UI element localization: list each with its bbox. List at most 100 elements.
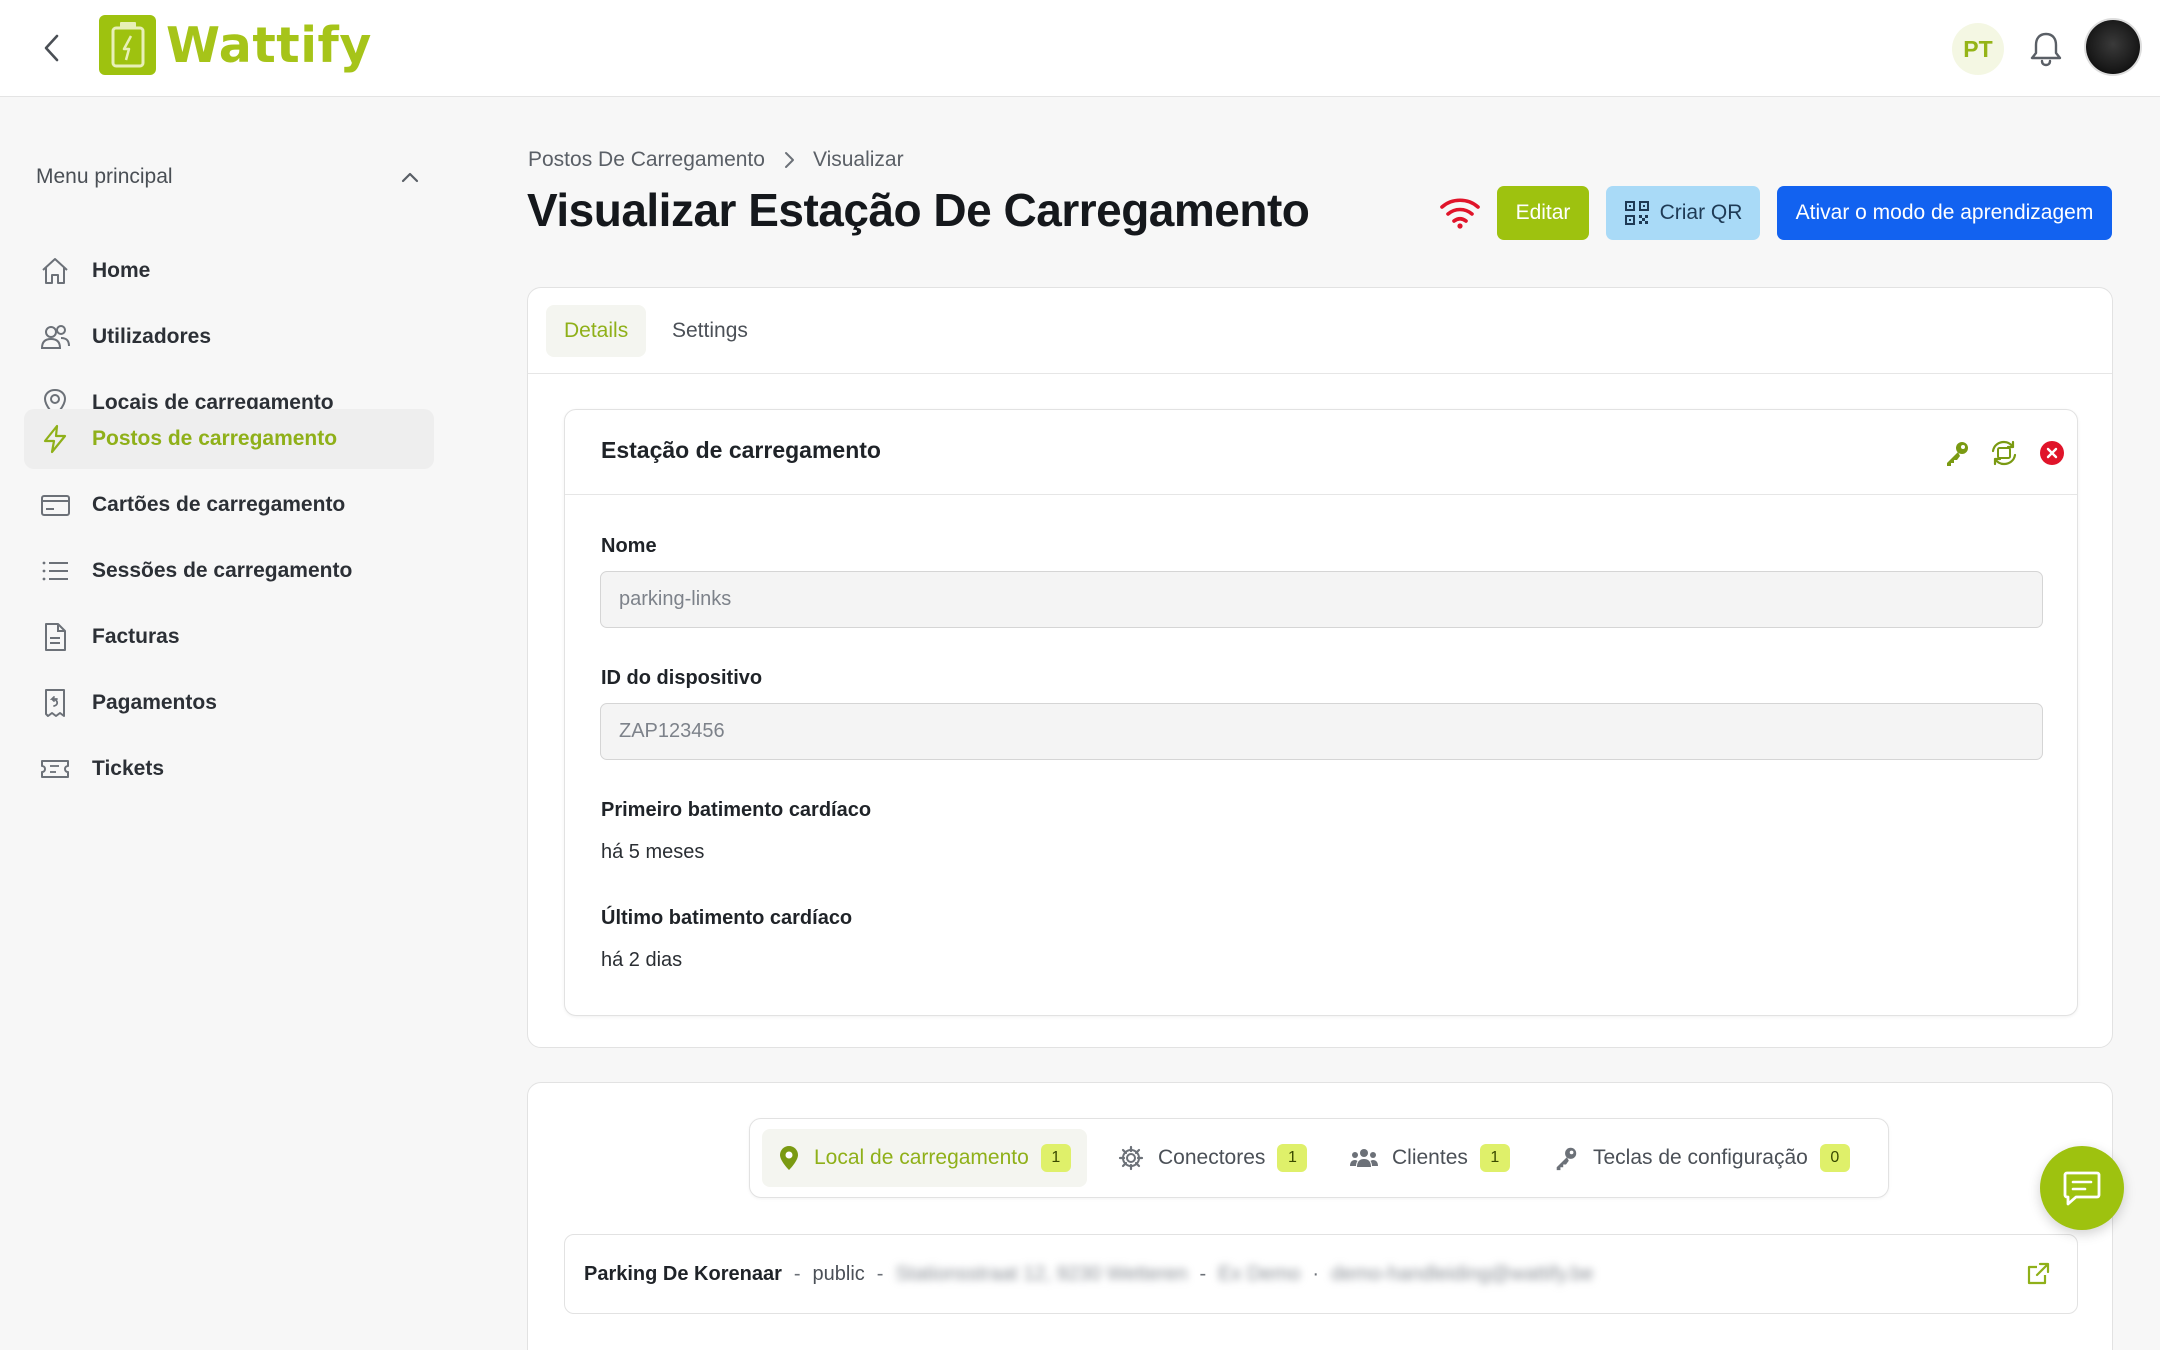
related-card: Local de carregamento 1 Conectores 1 Cli… (527, 1082, 2113, 1350)
breadcrumb-current: Visualizar (812, 148, 904, 171)
charging-location-row[interactable]: Parking De Korenaar - public - Stationss… (564, 1234, 2078, 1314)
sidebar-item-tickets[interactable]: Tickets (24, 739, 434, 799)
location-address: Stationsstraat 12, 9230 Wetteren (895, 1262, 1188, 1285)
create-qr-label: Criar QR (1659, 201, 1743, 224)
breadcrumb: Postos De Carregamento Visualizar (528, 146, 904, 174)
notifications-button[interactable] (2028, 30, 2064, 68)
sidebar-item-charging-sessions[interactable]: Sessões de carregamento (24, 541, 434, 601)
chat-button[interactable] (2040, 1146, 2124, 1230)
language-switcher[interactable]: PT (1952, 23, 2004, 75)
station-panel-header: Estação de carregamento (565, 410, 2077, 495)
sidebar-item-home[interactable]: Home (24, 241, 434, 301)
receipt-icon (38, 686, 72, 720)
sidebar-item-label: Postos de carregamento (92, 427, 338, 450)
menu-title: Menu principal (36, 165, 173, 188)
gear-icon (1118, 1145, 1144, 1171)
sidebar-item-users[interactable]: Utilizadores (24, 307, 434, 367)
tab-label: Local de carregamento (814, 1146, 1029, 1169)
tab-connectors[interactable]: Conectores 1 (1102, 1129, 1323, 1187)
sidebar-item-invoices[interactable]: Facturas (24, 607, 434, 667)
users-icon (38, 320, 72, 354)
sidebar-item-charging-cards[interactable]: Cartões de carregamento (24, 475, 434, 535)
tab-charging-location[interactable]: Local de carregamento 1 (762, 1129, 1087, 1187)
main-menu-toggle[interactable]: Menu principal (36, 162, 420, 192)
chevron-up-icon (401, 172, 419, 183)
sidebar: Menu principal Home Utilizadores Locais … (0, 97, 450, 1350)
location-contact: Ex Demo (1218, 1262, 1301, 1285)
device-id-field[interactable] (600, 703, 2043, 760)
sidebar-item-label: Pagamentos (92, 691, 217, 714)
tab-label: Teclas de configuração (1593, 1146, 1808, 1169)
station-panel-title: Estação de carregamento (601, 437, 881, 463)
details-card: Details Settings Estação de carregamento… (527, 287, 2113, 1048)
separator: - (793, 1262, 801, 1285)
sidebar-item-label: Tickets (92, 757, 164, 780)
breadcrumb-link-stations[interactable]: Postos De Carregamento (528, 148, 765, 172)
station-panel: Estação de carregamento Nome ID do dispo… (564, 409, 2078, 1016)
battery-logo-icon (99, 15, 156, 75)
tab-clients[interactable]: Clientes 1 (1334, 1129, 1526, 1187)
related-tab-bar: Local de carregamento 1 Conectores 1 Cli… (749, 1118, 1889, 1198)
key-icon (1553, 1145, 1579, 1171)
first-heartbeat-value: há 5 meses (601, 841, 705, 863)
external-link-icon[interactable] (2025, 1261, 2051, 1287)
key-icon (1947, 442, 1968, 466)
separator: · (1312, 1262, 1320, 1285)
sidebar-item-label: Home (92, 259, 151, 282)
delete-button[interactable] (2037, 438, 2067, 468)
users-icon (1350, 1146, 1378, 1170)
sidebar-item-label: Cartões de carregamento (92, 493, 346, 516)
location-email: demo-handleiding@wattify.be (1331, 1262, 1594, 1285)
name-field[interactable] (600, 571, 2043, 628)
brand-logo[interactable]: Wattify (99, 15, 372, 75)
key-button[interactable] (1942, 438, 1972, 468)
brand-name: Wattify (166, 16, 372, 74)
tab-label: Clientes (1392, 1146, 1468, 1169)
user-avatar[interactable] (2086, 20, 2140, 74)
count-badge: 0 (1819, 1144, 1850, 1172)
learning-mode-button[interactable]: Ativar o modo de aprendizagem (1777, 186, 2112, 240)
tab-details[interactable]: Details (546, 305, 647, 357)
last-heartbeat-label: Último batimento cardíaco (601, 907, 853, 929)
tab-settings[interactable]: Settings (654, 305, 766, 357)
sidebar-item-payments[interactable]: Pagamentos (24, 673, 434, 733)
name-label: Nome (601, 535, 657, 557)
count-badge: 1 (1277, 1144, 1308, 1172)
separator: - (1199, 1262, 1207, 1285)
back-button[interactable] (34, 30, 70, 66)
chat-bubble-icon (2063, 1171, 2101, 1206)
home-icon (38, 254, 72, 288)
chevron-right-icon (783, 151, 795, 169)
document-icon (38, 620, 72, 654)
device-id-label: ID do dispositivo (601, 667, 763, 689)
qr-code-icon (1624, 200, 1650, 226)
last-heartbeat-value: há 2 dias (601, 949, 683, 971)
sync-button[interactable] (1989, 438, 2019, 468)
count-badge: 1 (1479, 1144, 1510, 1172)
sync-icon (1991, 440, 2017, 466)
list-icon (38, 554, 72, 588)
chevron-left-icon (44, 34, 59, 62)
card-icon (38, 488, 72, 522)
first-heartbeat-label: Primeiro batimento cardíaco (601, 799, 872, 821)
bell-icon (2030, 32, 2062, 67)
page-title: Visualizar Estação De Carregamento (527, 184, 1310, 236)
create-qr-button[interactable]: Criar QR (1606, 186, 1760, 240)
close-circle-icon (2040, 441, 2064, 465)
tab-label: Conectores (1158, 1146, 1266, 1169)
edit-button[interactable]: Editar (1497, 186, 1589, 240)
sidebar-item-charging-stations[interactable]: Postos de carregamento (24, 409, 434, 469)
lightning-icon (38, 422, 72, 456)
separator: - (876, 1262, 884, 1285)
map-pin-icon (778, 1145, 800, 1171)
sidebar-item-label: Utilizadores (92, 325, 212, 348)
ticket-icon (38, 752, 72, 786)
tab-configuration-keys[interactable]: Teclas de configuração 0 (1537, 1129, 1866, 1187)
location-name: Parking De Korenaar (584, 1262, 782, 1285)
tab-bar: Details Settings (528, 288, 2112, 374)
sidebar-item-label: Facturas (92, 625, 180, 648)
wifi-icon (1440, 198, 1480, 229)
count-badge: 1 (1040, 1144, 1071, 1172)
top-bar: Wattify PT (0, 0, 2160, 97)
sidebar-item-label: Sessões de carregamento (92, 559, 353, 582)
